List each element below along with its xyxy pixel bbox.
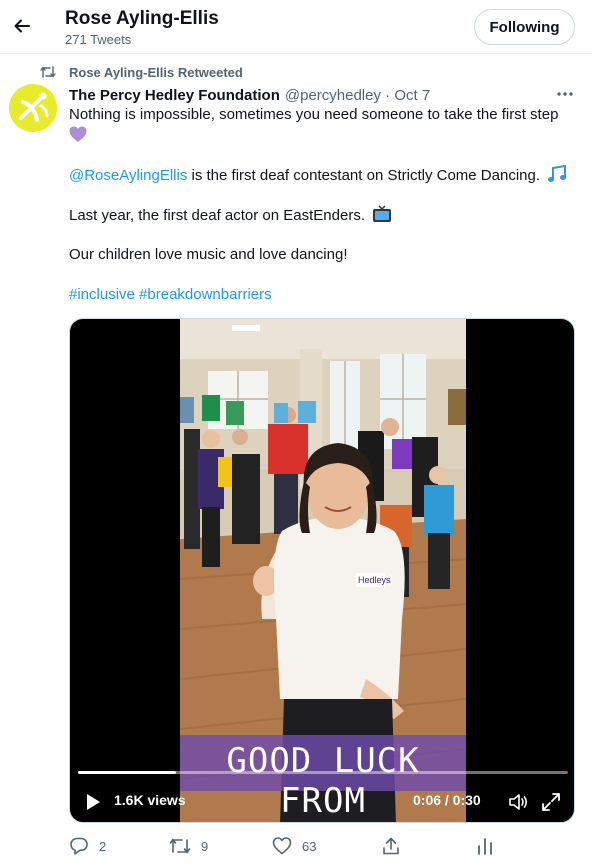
volume-icon: [509, 794, 528, 810]
like-button[interactable]: 63: [272, 835, 316, 857]
retweet-icon: [169, 838, 191, 854]
hashtag-breakdownbarriers[interactable]: #breakdownbarriers: [139, 286, 272, 303]
video-caption-text: GOOD LUCK FROM: [226, 741, 420, 821]
tweet-count: 271 Tweets: [65, 32, 132, 47]
tweet-text-line-4: Our children love music and love dancing…: [69, 245, 347, 265]
video-progress-fill: [78, 771, 176, 774]
profile-name: Rose Ayling-Ellis: [65, 8, 219, 29]
shirt-logo: Hedleys: [358, 575, 391, 585]
music-notes-icon: [548, 164, 567, 182]
fullscreen-icon: [542, 793, 560, 811]
following-button[interactable]: Following: [474, 9, 575, 45]
reply-button[interactable]: 2: [69, 835, 106, 857]
tweet-line-4: Our children love music and love dancing…: [69, 246, 348, 263]
volume-button[interactable]: [507, 791, 529, 813]
tweet-author-row: The Percy Hedley Foundation @percyhedley…: [69, 85, 579, 105]
tweet-action-bar: 2 9 63: [69, 835, 579, 859]
video-progress-bar[interactable]: [78, 771, 568, 774]
retweet-count: 9: [201, 838, 209, 854]
tweet-text-line-2: @RoseAylingEllis is the first deaf conte…: [69, 164, 567, 186]
tweet-hashtags: #inclusive #breakdownbarriers: [69, 285, 272, 305]
mention-link[interactable]: @RoseAylingEllis: [69, 167, 187, 184]
retweet-context: Rose Ayling-Ellis Retweeted: [40, 63, 243, 81]
tweet-text-line-3: Last year, the first deaf actor on EastE…: [69, 205, 392, 226]
reply-count: 2: [99, 838, 107, 854]
share-button[interactable]: [381, 835, 401, 857]
foundation-logo-icon: [9, 84, 57, 132]
retweet-button[interactable]: 9: [169, 835, 208, 857]
like-count: 63: [302, 838, 317, 854]
video-view-count: 1.6K views: [114, 792, 186, 808]
video-caption-banner: GOOD LUCK FROM: [180, 735, 466, 821]
tweet-line-3: Last year, the first deaf actor on EastE…: [69, 207, 365, 224]
author-name[interactable]: The Percy Hedley Foundation: [69, 87, 280, 104]
purple-heart-icon: [69, 126, 87, 142]
author-handle-date[interactable]: @percyhedley · Oct 7: [285, 87, 430, 104]
hashtag-inclusive[interactable]: #inclusive: [69, 286, 135, 303]
analytics-button[interactable]: [475, 835, 495, 857]
retweet-icon: [40, 66, 56, 78]
video-player[interactable]: Hedleys GOOD LUCK FROM 1.6K views 0:06 /…: [69, 318, 575, 823]
more-options-button[interactable]: [554, 85, 576, 103]
retweet-label[interactable]: Rose Ayling-Ellis Retweeted: [69, 65, 243, 80]
play-icon: [87, 794, 100, 810]
avatar[interactable]: [9, 84, 57, 132]
back-button[interactable]: [10, 14, 34, 38]
more-icon: [557, 92, 573, 96]
play-button[interactable]: [82, 791, 104, 813]
analytics-icon: [478, 838, 492, 855]
heart-icon: [272, 837, 292, 855]
arrow-left-icon: [14, 19, 30, 33]
reply-icon: [70, 837, 88, 855]
tweet-emoji-row: [69, 126, 87, 144]
fullscreen-button[interactable]: [540, 791, 562, 813]
tweet-text-line-1: Nothing is impossible, sometimes you nee…: [69, 105, 558, 125]
television-icon: [373, 205, 392, 222]
video-time: 0:06 / 0:30: [413, 792, 481, 808]
share-icon: [383, 837, 399, 855]
header-divider: [0, 53, 592, 54]
tweet-line-2: is the first deaf contestant on Strictly…: [187, 167, 541, 184]
profile-header: Rose Ayling-Ellis 271 Tweets Following: [0, 0, 592, 53]
tweet-line-1: Nothing is impossible, sometimes you nee…: [69, 106, 559, 123]
